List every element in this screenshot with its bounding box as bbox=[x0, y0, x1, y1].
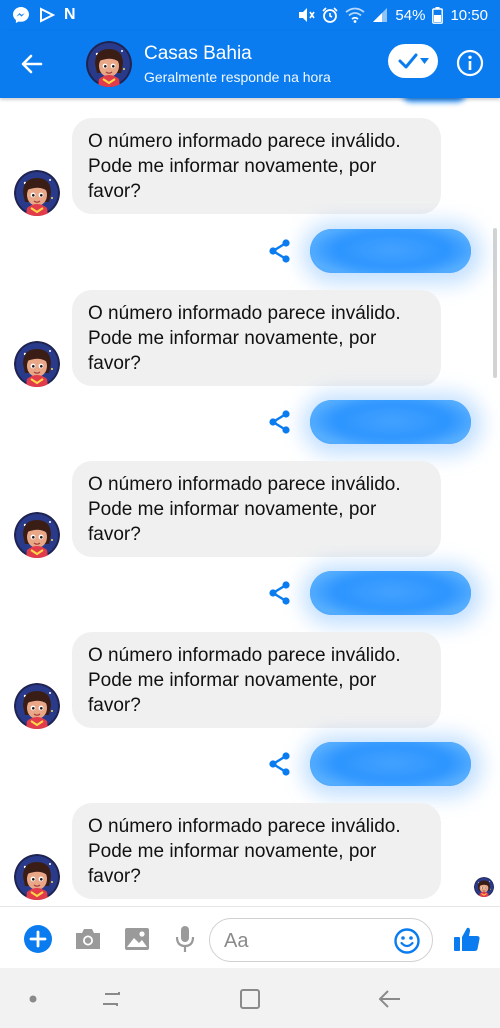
nav-back-icon bbox=[379, 990, 400, 1008]
system-navigation-bar bbox=[0, 968, 500, 1028]
battery-percent: 54% bbox=[395, 6, 426, 24]
sender-avatar[interactable] bbox=[14, 341, 60, 387]
sender-avatar[interactable] bbox=[14, 683, 60, 729]
image-icon bbox=[125, 928, 149, 950]
plus-icon bbox=[24, 925, 52, 953]
scrollbar[interactable] bbox=[493, 228, 497, 378]
emoji-button[interactable] bbox=[394, 928, 420, 954]
sender-avatar[interactable] bbox=[14, 512, 60, 558]
message-input-placeholder: Aa bbox=[224, 930, 249, 952]
share-icon bbox=[266, 579, 294, 607]
contact-info[interactable]: Casas Bahia Geralmente responde na hora bbox=[144, 43, 331, 86]
share-button[interactable] bbox=[266, 237, 294, 265]
like-icon bbox=[454, 927, 480, 951]
share-icon bbox=[266, 408, 294, 436]
incoming-message[interactable]: O número informado parece inválido. Pode… bbox=[72, 461, 441, 557]
header-avatar[interactable] bbox=[86, 41, 132, 87]
chevron-down-icon bbox=[419, 58, 429, 64]
recents-button[interactable] bbox=[98, 986, 124, 1012]
wifi-icon bbox=[345, 7, 365, 23]
sender-avatar[interactable] bbox=[14, 854, 60, 900]
emoji-icon bbox=[394, 928, 420, 954]
previous-message-edge bbox=[402, 98, 466, 102]
redacted-text bbox=[310, 742, 471, 786]
check-icon bbox=[398, 53, 417, 69]
dot-icon bbox=[29, 995, 37, 1003]
camera-button[interactable] bbox=[73, 924, 103, 954]
outgoing-message[interactable] bbox=[310, 229, 471, 273]
sender-avatar[interactable] bbox=[14, 170, 60, 216]
messenger-app: N 54% 10:50 Casas Bahia Geralmente respo… bbox=[0, 0, 500, 1028]
mark-done-button[interactable] bbox=[388, 44, 438, 78]
voice-button[interactable] bbox=[170, 924, 200, 954]
outgoing-message[interactable] bbox=[310, 400, 471, 444]
share-icon bbox=[266, 750, 294, 778]
status-bar: N 54% 10:50 bbox=[0, 0, 500, 30]
contact-name: Casas Bahia bbox=[144, 42, 252, 64]
message-list[interactable]: O número informado parece inválido. Pode… bbox=[0, 98, 500, 906]
clock: 10:50 bbox=[450, 6, 488, 24]
like-button[interactable] bbox=[452, 924, 482, 954]
alarm-icon bbox=[322, 7, 338, 23]
redacted-text bbox=[310, 229, 471, 273]
more-actions-button[interactable] bbox=[23, 924, 53, 954]
carrier-icon: N bbox=[64, 6, 76, 23]
nav-back-button[interactable] bbox=[377, 986, 403, 1012]
back-button[interactable] bbox=[0, 30, 64, 98]
redacted-text bbox=[310, 571, 471, 615]
contact-status: Geralmente responde na hora bbox=[144, 68, 331, 85]
battery-icon bbox=[432, 6, 444, 24]
mic-icon bbox=[175, 926, 195, 952]
incoming-message[interactable]: O número informado parece inválido. Pode… bbox=[72, 290, 441, 386]
share-button[interactable] bbox=[266, 408, 294, 436]
recents-icon bbox=[103, 992, 120, 1006]
info-button[interactable] bbox=[452, 45, 488, 81]
home-button[interactable] bbox=[237, 986, 263, 1012]
redacted-text bbox=[310, 400, 471, 444]
incoming-message[interactable]: O número informado parece inválido. Pode… bbox=[72, 632, 441, 728]
share-icon bbox=[266, 237, 294, 265]
messenger-icon bbox=[12, 6, 30, 24]
gallery-button[interactable] bbox=[122, 924, 152, 954]
incoming-message[interactable]: O número informado parece inválido. Pode… bbox=[72, 118, 441, 214]
incoming-message[interactable]: O número informado parece inválido. Pode… bbox=[72, 803, 441, 899]
share-button[interactable] bbox=[266, 579, 294, 607]
share-button[interactable] bbox=[266, 750, 294, 778]
info-icon bbox=[456, 49, 484, 77]
play-icon bbox=[39, 7, 55, 23]
conversation-header: Casas Bahia Geralmente responde na hora bbox=[0, 30, 500, 98]
home-icon bbox=[240, 989, 260, 1009]
camera-icon bbox=[76, 929, 100, 949]
signal-icon bbox=[372, 7, 388, 23]
back-arrow-icon bbox=[21, 54, 43, 74]
message-composer: Aa bbox=[0, 906, 500, 968]
mute-icon bbox=[297, 7, 316, 23]
message-input[interactable]: Aa bbox=[209, 918, 433, 962]
read-receipt-avatar bbox=[474, 877, 494, 897]
outgoing-message[interactable] bbox=[310, 571, 471, 615]
assistant-dot-button[interactable] bbox=[20, 986, 46, 1012]
outgoing-message[interactable] bbox=[310, 742, 471, 786]
